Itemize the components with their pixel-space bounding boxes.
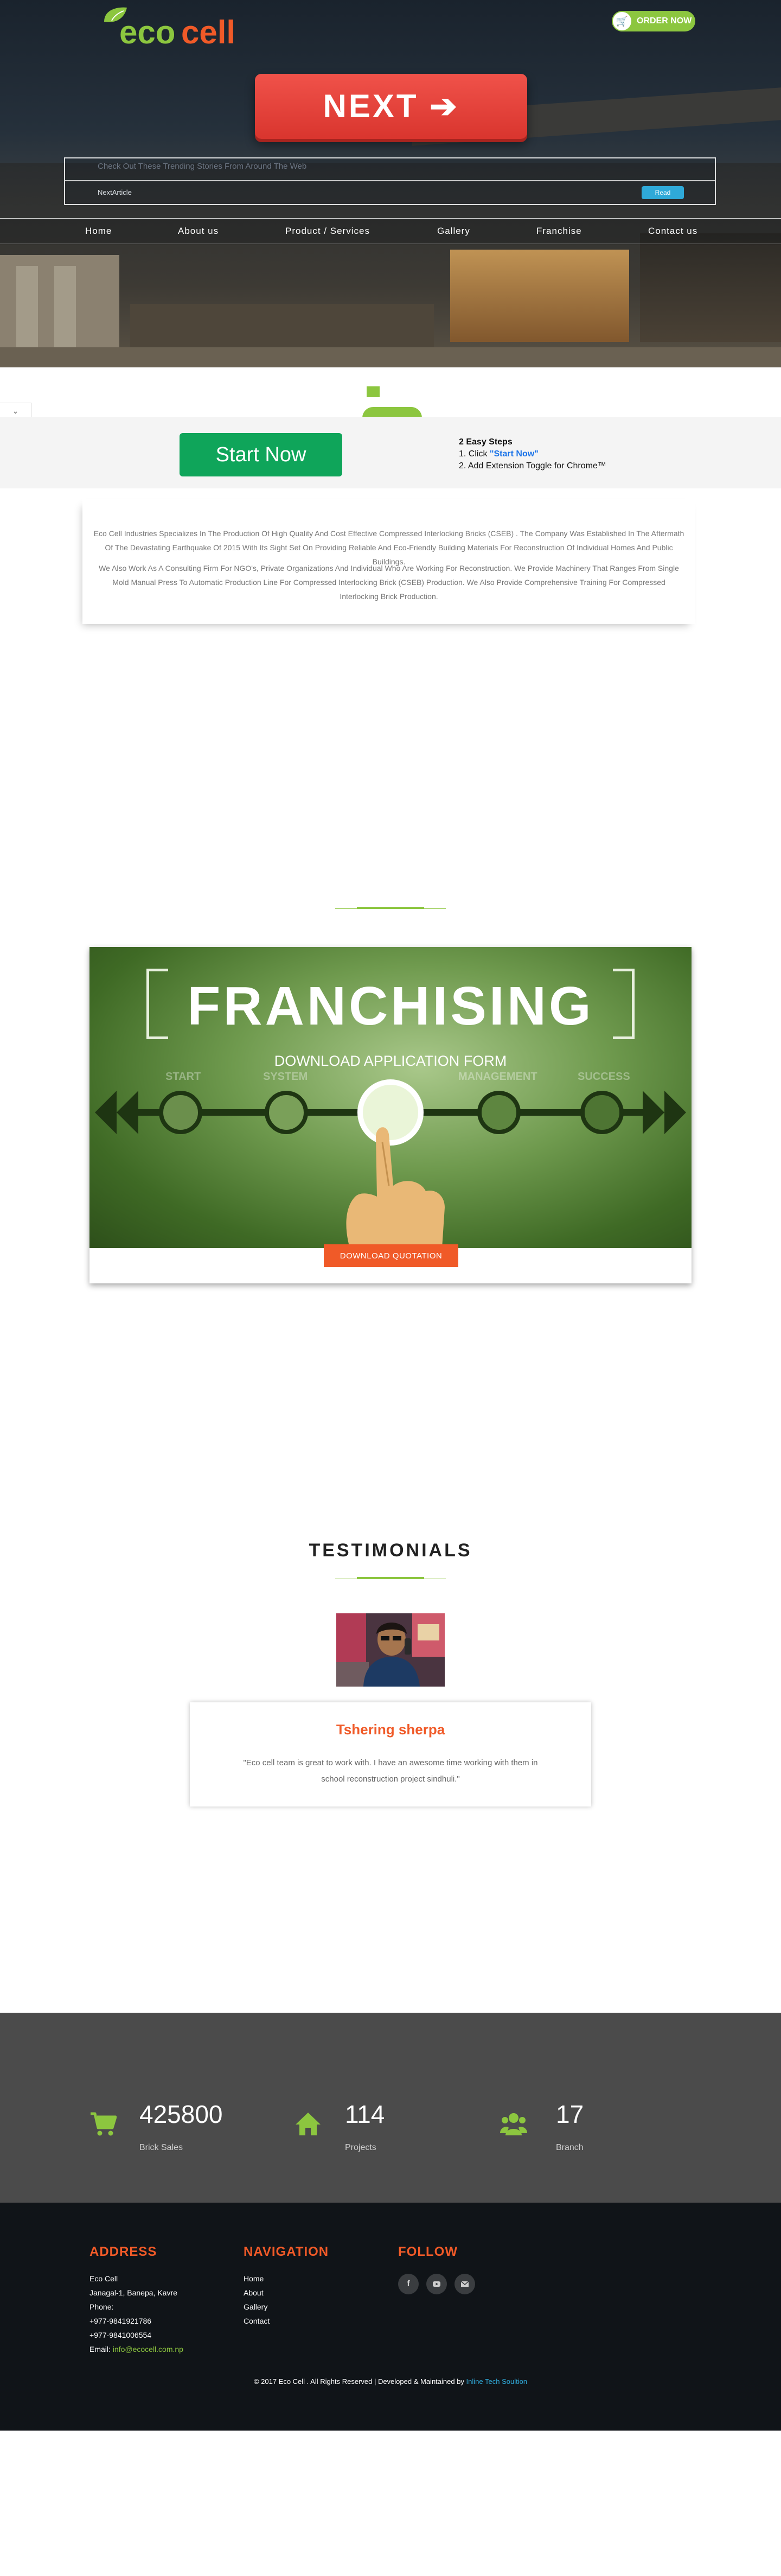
phone-number: +977-9841921786	[89, 2317, 152, 2325]
stage-node	[580, 1091, 624, 1134]
section-divider-accent	[357, 907, 424, 908]
stat-value: 114	[345, 2100, 385, 2128]
hero-banner: eco cell 🛒 ORDER NOW NEXT ➔ Check Out Th…	[0, 0, 781, 367]
read-button[interactable]: Read	[642, 186, 684, 199]
users-icon	[500, 2113, 527, 2135]
start-now-button[interactable]: Start Now	[180, 433, 342, 476]
stats-section: 425800 Brick Sales 114 Projects 17 Branc…	[0, 2013, 781, 2203]
cart-icon: 🛒	[613, 12, 631, 30]
left-arrow-icon	[95, 1091, 117, 1134]
nav-contact-us[interactable]: Contact us	[648, 226, 697, 237]
home-icon	[296, 2113, 321, 2135]
facebook-icon: f	[407, 2279, 410, 2288]
developer-link[interactable]: Inline Tech Soultion	[466, 2377, 528, 2386]
order-now-label: ORDER NOW	[637, 16, 692, 26]
nav-product-services[interactable]: Product / Services	[285, 226, 370, 237]
stage-node-active	[357, 1079, 424, 1146]
building-corner	[640, 233, 781, 342]
copyright-text: © 2017 Eco Cell . All Rights Reserved | …	[253, 2377, 466, 2386]
stage-node	[159, 1091, 202, 1134]
avatar	[336, 1613, 445, 1687]
stat-label: Projects	[345, 2143, 376, 2152]
stat-label: Branch	[556, 2143, 584, 2152]
trending-stories-box: Check Out These Trending Stories From Ar…	[64, 157, 716, 205]
next-button[interactable]: NEXT ➔	[255, 74, 527, 139]
copyright: © 2017 Eco Cell . All Rights Reserved | …	[0, 2377, 781, 2386]
youtube-icon	[433, 2281, 440, 2287]
step-1: 1. Click "Start Now"	[459, 448, 606, 460]
stat-value: 425800	[139, 2100, 223, 2128]
order-now-button[interactable]: 🛒 ORDER NOW	[612, 11, 695, 31]
email-line: Email: info@ecocell.com.np	[89, 2345, 183, 2354]
stage-node	[477, 1091, 521, 1134]
testimonial-name: Tshering sherpa	[336, 1721, 445, 1738]
eco-cell-logo[interactable]: eco cell	[101, 5, 269, 50]
steps-title: 2 Easy Steps	[459, 437, 513, 447]
facebook-button[interactable]: f	[398, 2274, 419, 2294]
next-article-link[interactable]: NextArticle	[98, 188, 132, 196]
address-line: Janagal-1, Banepa, Kavre	[89, 2288, 177, 2297]
pointing-hand-icon	[346, 1127, 445, 1248]
address-heading: ADDRESS	[89, 2244, 157, 2259]
stone-pillar	[54, 266, 76, 353]
install-steps: 2 Easy Steps 1. Click "Start Now" 2. Add…	[459, 436, 606, 472]
about-paragraph-2: We Also Work As A Consulting Firm For NG…	[99, 564, 679, 601]
follow-heading: FOLLOW	[398, 2244, 458, 2259]
mail-icon	[460, 2281, 469, 2287]
logo-fragment	[362, 407, 422, 418]
franchise-banner: FRANCHISING DOWNLOAD APPLICATION FORM ST…	[89, 947, 692, 1248]
lit-interior	[450, 250, 629, 342]
left-arrow-icon	[117, 1091, 138, 1134]
nav-franchise[interactable]: Franchise	[536, 226, 582, 237]
right-arrow-icon	[643, 1091, 664, 1134]
youtube-button[interactable]	[426, 2274, 447, 2294]
navigation-heading: NAVIGATION	[244, 2244, 329, 2259]
mail-button[interactable]	[454, 2274, 475, 2294]
testimonials-title: TESTIMONIALS	[309, 1540, 472, 1561]
testimonial-card: Tshering sherpa "Eco cell team is great …	[190, 1702, 591, 1807]
email-label: Email:	[89, 2345, 113, 2354]
right-arrow-icon	[664, 1091, 686, 1134]
chevron-down-icon: ⌄	[12, 406, 19, 415]
footer-link-gallery[interactable]: Gallery	[244, 2303, 267, 2311]
nav-gallery[interactable]: Gallery	[437, 226, 470, 237]
floor	[0, 347, 781, 367]
nav-home[interactable]: Home	[85, 226, 112, 237]
download-quotation-button[interactable]: DOWNLOAD QUOTATION	[324, 1244, 458, 1267]
phone-number: +977-9841006554	[89, 2331, 152, 2339]
section-divider-accent	[357, 1577, 424, 1579]
progress-graphic	[95, 1079, 686, 1248]
start-now-bar: Start Now 2 Easy Steps 1. Click "Start N…	[0, 417, 781, 488]
cart-icon	[91, 2112, 117, 2136]
main-nav: Home About us Product / Services Gallery…	[0, 218, 781, 244]
stone-pillar	[16, 266, 38, 353]
stage-node	[265, 1091, 308, 1134]
logo-fragment	[367, 386, 380, 397]
franchise-card: FRANCHISING DOWNLOAD APPLICATION FORM ST…	[89, 947, 692, 1283]
step-1-prefix: 1. Click	[459, 449, 490, 459]
address-line: Eco Cell	[89, 2274, 118, 2283]
logo-word-cell: cell	[181, 14, 235, 50]
logo-word-eco: eco	[119, 14, 175, 50]
stat-value: 17	[556, 2100, 584, 2128]
address-line: Phone:	[89, 2303, 114, 2311]
step-2: 2. Add Extension Toggle for Chrome™	[459, 461, 606, 470]
trending-stories-title: Check Out These Trending Stories From Ar…	[98, 162, 307, 171]
email-link[interactable]: info@ecocell.com.np	[113, 2345, 183, 2354]
nav-about-us[interactable]: About us	[178, 226, 219, 237]
footer-link-home[interactable]: Home	[244, 2274, 264, 2283]
footer-link-contact[interactable]: Contact	[244, 2317, 270, 2325]
testimonial-photo	[336, 1613, 445, 1687]
stat-label: Brick Sales	[139, 2143, 183, 2152]
trending-story-row: NextArticle Read	[65, 180, 715, 203]
logo-graphic: eco cell	[104, 7, 235, 50]
footer-link-about[interactable]: About	[244, 2288, 264, 2297]
section-divider	[335, 908, 446, 909]
about-card: Eco Cell Industries Specializes In The P…	[82, 499, 695, 624]
footer: ADDRESS Eco Cell Janagal-1, Banepa, Kavr…	[0, 2203, 781, 2431]
testimonial-quote: "Eco cell team is great to work with. I …	[243, 1758, 538, 1784]
step-1-highlight: "Start Now"	[489, 449, 539, 459]
